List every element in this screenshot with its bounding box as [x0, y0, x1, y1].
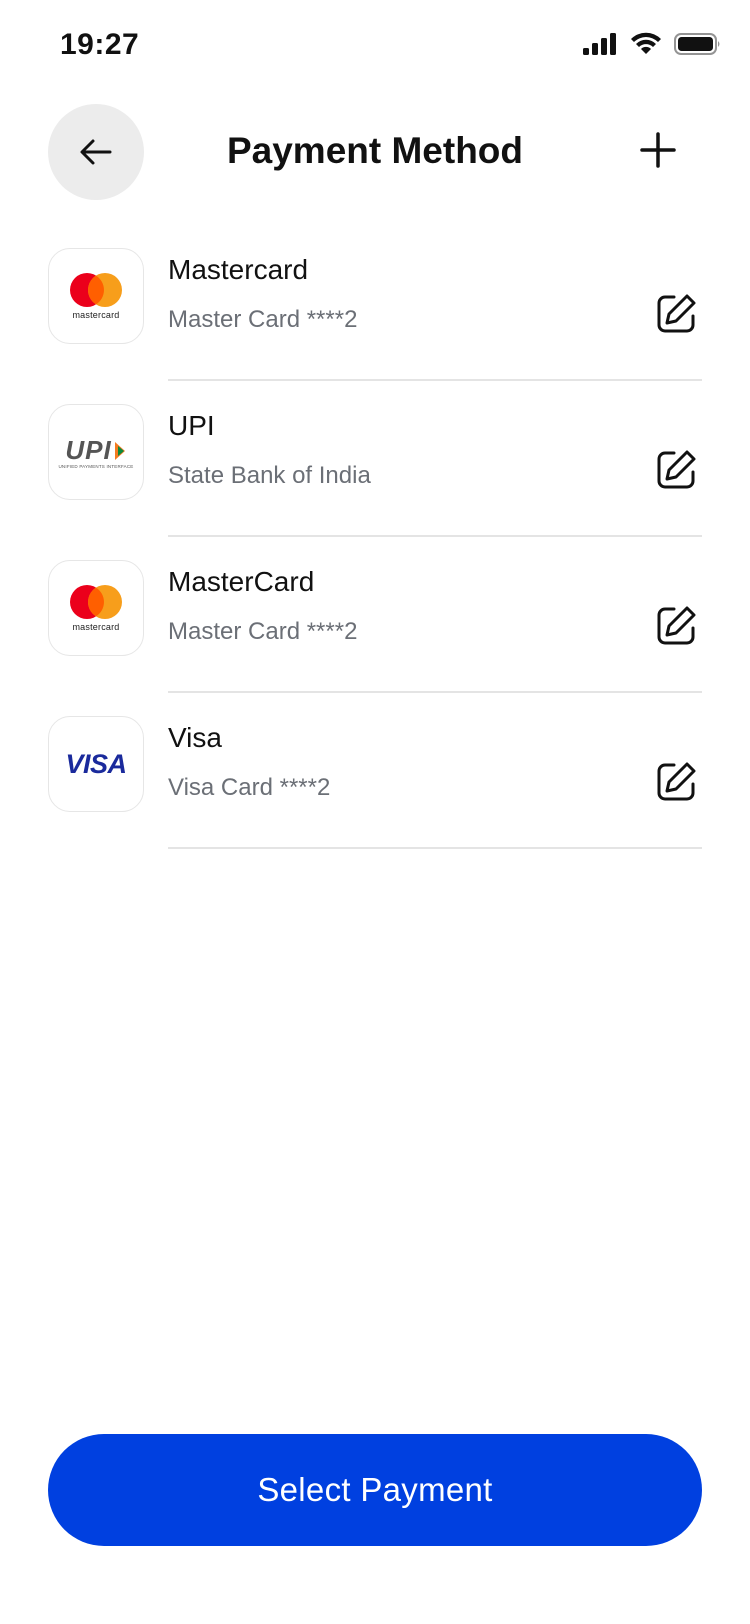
payment-method-item[interactable]: mastercard MasterCard Master Card ****2: [0, 560, 750, 716]
payment-method-item[interactable]: VISA Visa Visa Card ****2: [0, 716, 750, 872]
edit-icon[interactable]: [652, 758, 700, 806]
method-detail: Master Card ****2: [168, 618, 358, 645]
upi-arrow-icon: [114, 441, 125, 460]
divider: [168, 847, 702, 849]
divider: [168, 379, 702, 381]
header: Payment Method: [0, 100, 750, 200]
visa-wordmark: VISA: [65, 748, 127, 779]
status-bar: 19:27: [0, 0, 750, 92]
mastercard-circles-icon: [70, 273, 122, 307]
divider: [168, 691, 702, 693]
visa-logo: VISA: [48, 716, 144, 812]
add-payment-button[interactable]: [636, 128, 680, 172]
method-name: UPI: [168, 410, 215, 441]
upi-wordmark: UPI: [65, 435, 112, 465]
select-payment-button[interactable]: Select Payment: [48, 1434, 702, 1546]
mastercard-logo: mastercard: [48, 560, 144, 656]
method-detail: State Bank of India: [168, 462, 371, 489]
status-time: 19:27: [60, 28, 140, 61]
wifi-icon: [631, 32, 661, 54]
signal-icon: [583, 33, 616, 55]
plus-icon: [640, 132, 676, 168]
method-detail: Master Card ****2: [168, 306, 358, 333]
method-name: Mastercard: [168, 254, 309, 285]
upi-logo: UPI UNIFIED PAYMENTS INTERFACE: [48, 404, 144, 500]
mastercard-logo: mastercard: [48, 248, 144, 344]
divider: [168, 535, 702, 537]
mastercard-wordmark: mastercard: [72, 622, 120, 632]
method-detail: Visa Card ****2: [168, 774, 331, 801]
method-name: MasterCard: [168, 566, 315, 597]
mastercard-circles-icon: [70, 585, 122, 619]
status-icons: [582, 32, 722, 56]
payment-method-item[interactable]: mastercard Mastercard Master Card ****2: [0, 248, 750, 404]
method-name: Visa: [168, 722, 222, 753]
payment-method-list: mastercard Mastercard Master Card ****2 …: [0, 248, 750, 872]
edit-icon[interactable]: [652, 290, 700, 338]
payment-method-item[interactable]: UPI UNIFIED PAYMENTS INTERFACE UPI State…: [0, 404, 750, 560]
upi-subtext: UNIFIED PAYMENTS INTERFACE: [58, 464, 134, 469]
mastercard-wordmark: mastercard: [72, 310, 120, 320]
edit-icon[interactable]: [652, 602, 700, 650]
edit-icon[interactable]: [652, 446, 700, 494]
battery-icon: [674, 33, 720, 55]
